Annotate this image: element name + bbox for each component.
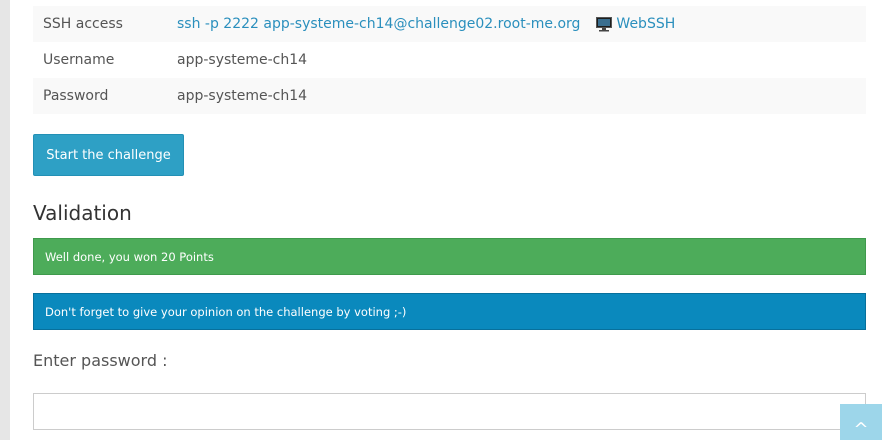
password-input[interactable] [33,393,866,430]
success-alert: Well done, you won 20 Points [33,238,866,275]
left-sidebar-edge [0,0,10,440]
challenge-info-table: SSH access ssh -p 2222 app-systeme-ch14@… [33,6,866,114]
info-value-password: app-systeme-ch14 [177,88,308,104]
webssh-label: WebSSH [616,16,676,32]
validation-heading: Validation [33,201,132,225]
password-label: Enter password : [33,351,168,370]
monitor-icon [596,16,613,31]
info-row-username: Username app-systeme-ch14 [33,42,866,78]
info-row-password: Password app-systeme-ch14 [33,78,866,114]
vote-reminder-text: Don't forget to give your opinion on the… [45,304,407,319]
start-challenge-button[interactable]: Start the challenge [33,134,184,176]
scroll-to-top-button[interactable]: ^ [840,404,882,440]
ssh-command-link[interactable]: ssh -p 2222 app-systeme-ch14@challenge02… [177,16,580,32]
info-row-ssh: SSH access ssh -p 2222 app-systeme-ch14@… [33,6,866,42]
info-value-ssh: ssh -p 2222 app-systeme-ch14@challenge02… [177,16,675,32]
vote-reminder-alert: Don't forget to give your opinion on the… [33,293,866,330]
webssh-link[interactable]: WebSSH [596,16,675,32]
info-label-password: Password [43,88,109,104]
info-value-username: app-systeme-ch14 [177,52,308,68]
success-alert-text: Well done, you won 20 Points [45,249,214,264]
scroll-to-top-icon: ^ [853,419,869,440]
info-label-username: Username [43,52,115,68]
info-label-ssh: SSH access [43,16,123,32]
